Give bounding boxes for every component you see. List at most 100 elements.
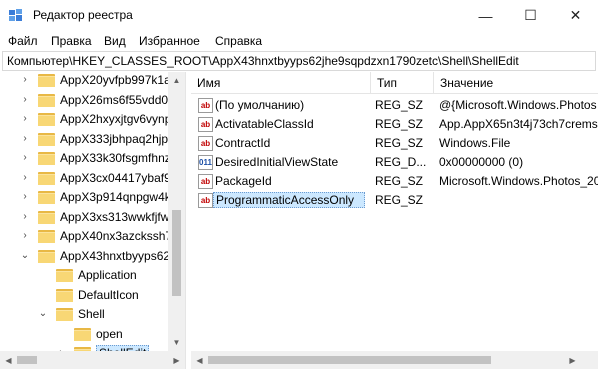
value-type: REG_D... bbox=[375, 155, 427, 169]
tree-horizontal-scrollbar[interactable]: ◀ ▶ bbox=[0, 351, 185, 369]
maximize-icon: ☐ bbox=[524, 7, 537, 23]
value-row[interactable]: ab PackageId REG_SZ Microsoft.Windows.Photo… bbox=[191, 172, 598, 191]
value-name: PackageId bbox=[215, 174, 272, 188]
scroll-right-icon[interactable]: ▶ bbox=[564, 351, 581, 369]
tree-item-label: AppX26ms6f55vdd09 bbox=[60, 93, 168, 107]
tree-item[interactable]: › AppX333jbhpaq2hjp bbox=[0, 129, 168, 149]
tree-item-label: open bbox=[96, 327, 123, 341]
folder-icon bbox=[38, 190, 55, 204]
string-value-icon: ab bbox=[198, 174, 213, 189]
scroll-up-icon[interactable]: ▲ bbox=[168, 72, 185, 89]
expand-icon[interactable]: › bbox=[20, 210, 30, 224]
expand-icon[interactable]: › bbox=[20, 93, 30, 107]
folder-icon bbox=[38, 249, 55, 263]
value-data: App.AppX65n3t4j73ch7crems bbox=[439, 117, 598, 131]
scroll-thumb[interactable] bbox=[17, 356, 37, 364]
expand-icon[interactable]: › bbox=[20, 151, 30, 165]
values-list[interactable]: Имя Тип Значение ab (По умолчанию) REG_SZ @… bbox=[191, 72, 598, 351]
column-type-header[interactable]: Тип bbox=[371, 72, 434, 94]
tree-item[interactable]: › AppX3p914qnpgw4k bbox=[0, 187, 168, 207]
scroll-thumb[interactable] bbox=[208, 356, 491, 364]
scroll-left-icon[interactable]: ◀ bbox=[191, 351, 208, 369]
tree-item[interactable]: › AppX40nx3azckssh7y bbox=[0, 226, 168, 246]
tree-item-label: AppX3p914qnpgw4k bbox=[60, 190, 168, 204]
minimize-button[interactable]: — bbox=[463, 0, 508, 31]
menu-favorites[interactable]: Избранное bbox=[139, 34, 200, 48]
address-bar[interactable]: Компьютер\HKEY_CLASSES_ROOT\AppX43hnxtby… bbox=[2, 51, 596, 71]
tree-item[interactable]: › AppX20yvfpb997k1a bbox=[0, 72, 168, 90]
list-horizontal-scrollbar[interactable]: ◀ ▶ bbox=[191, 351, 598, 369]
column-name-header[interactable]: Имя bbox=[191, 72, 371, 94]
tree-item[interactable]: ⌄ AppX43hnxtbyyps62 bbox=[0, 246, 168, 266]
value-row[interactable]: 011 DesiredInitialViewState REG_D... 0x0000… bbox=[191, 153, 598, 172]
value-row[interactable]: ab (По умолчанию) REG_SZ @{Microsoft.Window… bbox=[191, 96, 598, 115]
tree-item-label: AppX333jbhpaq2hjp bbox=[60, 132, 168, 146]
value-name: DesiredInitialViewState bbox=[215, 155, 339, 169]
tree-vertical-scrollbar[interactable]: ▲ ▼ bbox=[168, 72, 185, 351]
menu-view[interactable]: Вид bbox=[104, 34, 126, 48]
folder-icon bbox=[38, 171, 55, 185]
collapse-icon[interactable]: ⌄ bbox=[38, 307, 48, 321]
list-header: Имя Тип Значение bbox=[191, 72, 598, 94]
close-icon: ✕ bbox=[569, 7, 582, 23]
scroll-right-icon[interactable]: ▶ bbox=[168, 351, 185, 369]
value-row[interactable]: ab ContractId REG_SZ Windows.File bbox=[191, 134, 598, 153]
string-value-icon: ab bbox=[198, 117, 213, 132]
value-row[interactable]: ab ActivatableClassId REG_SZ App.AppX65n3t4… bbox=[191, 115, 598, 134]
tree-item-label: AppX40nx3azckssh7y bbox=[60, 229, 168, 243]
scroll-thumb[interactable] bbox=[172, 210, 181, 296]
minimize-icon: — bbox=[478, 7, 493, 24]
address-path: Компьютер\HKEY_CLASSES_ROOT\AppX43hnxtby… bbox=[7, 54, 519, 68]
tree-item[interactable]: › AppX33k30fsgmfhnz bbox=[0, 148, 168, 168]
folder-icon bbox=[38, 132, 55, 146]
tree-item[interactable]: › AppX3cx04417ybaf9 bbox=[0, 168, 168, 188]
menu-help[interactable]: Справка bbox=[215, 34, 262, 48]
folder-icon bbox=[38, 229, 55, 243]
expand-icon[interactable]: › bbox=[20, 112, 30, 126]
expand-icon[interactable]: › bbox=[20, 73, 30, 87]
tree-item[interactable]: › AppX26ms6f55vdd09 bbox=[0, 90, 168, 110]
scroll-left-icon[interactable]: ◀ bbox=[0, 351, 17, 369]
value-type: REG_SZ bbox=[375, 117, 424, 131]
value-type: REG_SZ bbox=[375, 98, 424, 112]
folder-icon bbox=[38, 210, 55, 224]
close-button[interactable]: ✕ bbox=[553, 0, 598, 31]
tree-item[interactable]: open bbox=[0, 324, 168, 344]
folder-icon bbox=[38, 73, 55, 87]
value-name: (По умолчанию) bbox=[215, 98, 305, 112]
folder-icon bbox=[56, 268, 73, 282]
value-data: @{Microsoft.Windows.Photos bbox=[439, 98, 597, 112]
no-toggle bbox=[38, 288, 48, 302]
folder-icon bbox=[38, 93, 55, 107]
value-row[interactable]: ab ProgrammaticAccessOnly REG_SZ bbox=[191, 191, 598, 210]
tree-item-label: AppX20yvfpb997k1a bbox=[60, 73, 168, 87]
tree-item-label: AppX43hnxtbyyps62 bbox=[60, 249, 168, 263]
no-toggle bbox=[56, 327, 66, 341]
expand-icon[interactable]: › bbox=[20, 132, 30, 146]
tree-item[interactable]: DefaultIcon bbox=[0, 285, 168, 305]
no-toggle bbox=[38, 268, 48, 282]
key-tree[interactable]: › AppX20yvfpb997k1a › AppX26ms6f55vdd09 › App… bbox=[0, 72, 168, 351]
scroll-down-icon[interactable]: ▼ bbox=[168, 334, 185, 351]
folder-icon bbox=[74, 327, 91, 341]
collapse-icon[interactable]: ⌄ bbox=[20, 249, 30, 263]
tree-item[interactable]: ⌄ Shell bbox=[0, 304, 168, 324]
expand-icon[interactable]: › bbox=[20, 229, 30, 243]
folder-icon bbox=[56, 288, 73, 302]
maximize-button[interactable]: ☐ bbox=[508, 0, 553, 31]
value-data: Microsoft.Windows.Photos_20 bbox=[439, 174, 598, 188]
value-data: Windows.File bbox=[439, 136, 511, 150]
tree-item[interactable]: › AppX3xs313wwkfjfw bbox=[0, 207, 168, 227]
tree-item[interactable]: Application bbox=[0, 265, 168, 285]
tree-item[interactable]: ›ShellEdit bbox=[0, 343, 168, 351]
column-value-header[interactable]: Значение bbox=[434, 72, 598, 94]
expand-icon[interactable]: › bbox=[20, 190, 30, 204]
resize-grip[interactable] bbox=[581, 351, 598, 369]
expand-icon[interactable]: › bbox=[20, 171, 30, 185]
value-name: ProgrammaticAccessOnly bbox=[213, 192, 365, 208]
tree-item[interactable]: › AppX2hxyxjtgv6vynp bbox=[0, 109, 168, 129]
menu-edit[interactable]: Правка bbox=[51, 34, 92, 48]
menu-file[interactable]: Файл bbox=[8, 34, 38, 48]
value-name: ContractId bbox=[215, 136, 271, 150]
tree-item-label: DefaultIcon bbox=[78, 288, 139, 302]
